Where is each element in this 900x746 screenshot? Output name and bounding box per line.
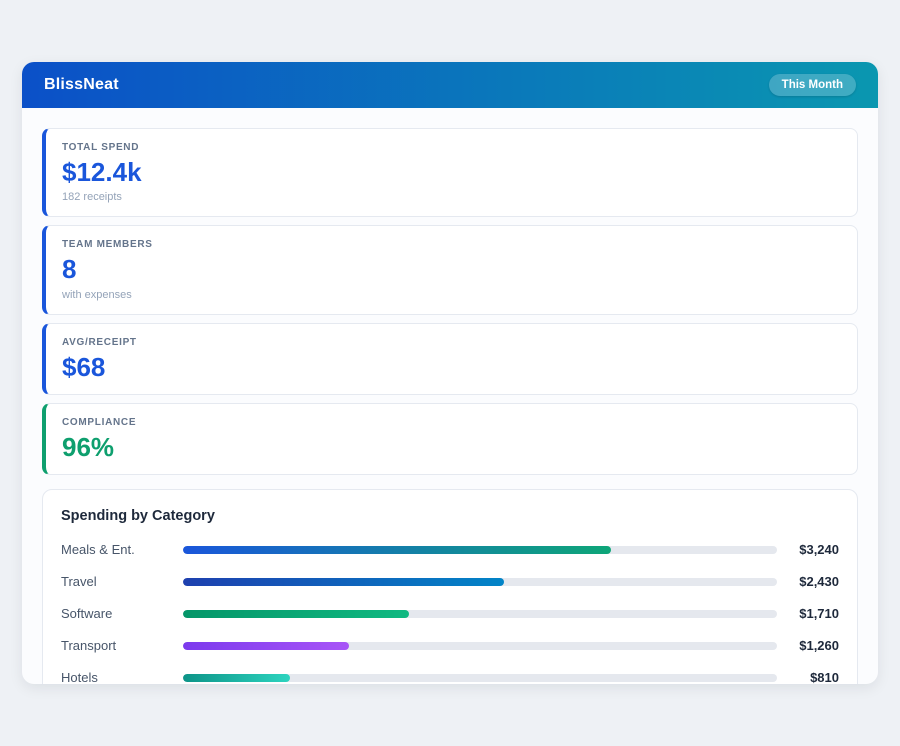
- stat-card-compliance: COMPLIANCE 96%: [42, 403, 858, 475]
- bar-row-software: Software $1,710: [61, 606, 839, 621]
- bar-value-label: $810: [777, 670, 839, 684]
- bar-track: [183, 578, 777, 586]
- stat-card-avg-receipt: AVG/RECEIPT $68: [42, 323, 858, 395]
- bar-value-label: $3,240: [777, 542, 839, 557]
- period-badge[interactable]: This Month: [769, 74, 856, 96]
- bar-value-label: $1,260: [777, 638, 839, 653]
- bar-category-label: Software: [61, 606, 183, 621]
- dashboard-card: BlissNeat This Month TOTAL SPEND $12.4k …: [22, 62, 878, 684]
- bar-fill: [183, 546, 611, 554]
- bar-track: [183, 642, 777, 650]
- bar-value-label: $1,710: [777, 606, 839, 621]
- bar-category-label: Transport: [61, 638, 183, 653]
- stat-card-total-spend: TOTAL SPEND $12.4k 182 receipts: [42, 128, 858, 217]
- bar-fill: [183, 578, 504, 586]
- stat-value: 96%: [62, 434, 841, 461]
- dashboard-body: TOTAL SPEND $12.4k 182 receipts TEAM MEM…: [22, 108, 878, 684]
- bar-category-label: Meals & Ent.: [61, 542, 183, 557]
- stat-value: 8: [62, 256, 841, 283]
- bar-track: [183, 546, 777, 554]
- app-title: BlissNeat: [44, 76, 119, 94]
- bar-row-hotels: Hotels $810: [61, 670, 839, 684]
- bar-track: [183, 610, 777, 618]
- bar-value-label: $2,430: [777, 574, 839, 589]
- chart-title: Spending by Category: [61, 508, 839, 524]
- bar-row-transport: Transport $1,260: [61, 638, 839, 653]
- stat-label: TEAM MEMBERS: [62, 239, 841, 250]
- bar-track: [183, 674, 777, 682]
- stat-value: $12.4k: [62, 159, 841, 186]
- stat-label: TOTAL SPEND: [62, 142, 841, 153]
- spending-by-category-chart: Spending by Category Meals & Ent. $3,240…: [42, 489, 858, 684]
- bar-category-label: Travel: [61, 574, 183, 589]
- stat-label: AVG/RECEIPT: [62, 337, 841, 348]
- stat-value: $68: [62, 354, 841, 381]
- bar-fill: [183, 610, 409, 618]
- stat-card-team-members: TEAM MEMBERS 8 with expenses: [42, 225, 858, 314]
- bar-row-travel: Travel $2,430: [61, 574, 839, 589]
- bar-fill: [183, 674, 290, 682]
- bar-fill: [183, 642, 349, 650]
- bar-category-label: Hotels: [61, 670, 183, 684]
- app-header: BlissNeat This Month: [22, 62, 878, 108]
- stat-label: COMPLIANCE: [62, 417, 841, 428]
- stat-subtext: 182 receipts: [62, 191, 841, 203]
- bar-row-meals: Meals & Ent. $3,240: [61, 542, 839, 557]
- stat-subtext: with expenses: [62, 289, 841, 301]
